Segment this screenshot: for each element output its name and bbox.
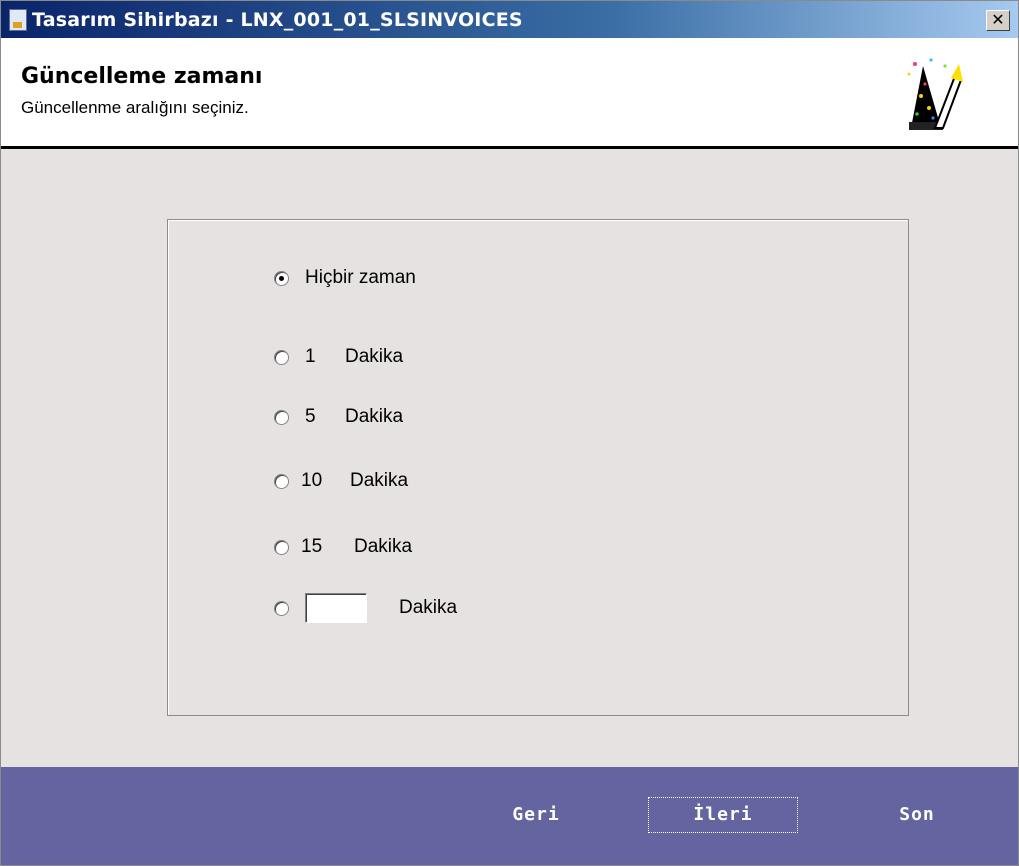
back-button[interactable]: Geri — [506, 800, 566, 830]
close-icon: ✕ — [991, 10, 1005, 29]
radio-never[interactable] — [274, 270, 289, 286]
option-never[interactable]: Hiçbir zaman — [274, 265, 416, 291]
page-title: Güncelleme zamanı — [21, 64, 263, 89]
option-1-minute[interactable]: 1 Dakika — [274, 344, 403, 370]
option-1-number: 1 — [305, 346, 316, 367]
wizard-hat-icon — [907, 58, 963, 130]
page-subtitle: Güncellenme aralığını seçiniz. — [21, 98, 249, 117]
option-10-number: 10 — [301, 470, 323, 491]
radio-1-minute[interactable] — [274, 349, 289, 365]
option-5-number: 5 — [305, 406, 316, 427]
option-15-unit: Dakika — [354, 536, 413, 557]
close-button[interactable]: ✕ — [986, 10, 1010, 31]
document-icon — [9, 9, 27, 31]
option-15-number: 15 — [301, 536, 323, 557]
wizard-header: Güncelleme zamanı Güncellenme aralığını … — [1, 38, 1018, 149]
option-5-minute[interactable]: 5 Dakika — [274, 404, 403, 430]
radio-15-minute[interactable] — [274, 539, 289, 555]
next-button[interactable]: İleri — [648, 797, 798, 833]
wizard-window: Tasarım Sihirbazı - LNX_001_01_SLSINVOIC… — [0, 0, 1019, 866]
title-bar[interactable]: Tasarım Sihirbazı - LNX_001_01_SLSINVOIC… — [1, 1, 1018, 38]
option-never-label: Hiçbir zaman — [305, 267, 416, 288]
option-1-unit: Dakika — [345, 346, 404, 367]
option-15-minute[interactable]: 15 Dakika — [274, 534, 412, 560]
window-title: Tasarım Sihirbazı - LNX_001_01_SLSINVOIC… — [32, 9, 523, 31]
option-5-unit: Dakika — [345, 406, 404, 427]
wizard-footer: Geri İleri Son — [1, 767, 1018, 865]
finish-button[interactable]: Son — [889, 800, 945, 830]
radio-10-minute[interactable] — [274, 473, 289, 489]
option-10-unit: Dakika — [350, 470, 409, 491]
option-custom-minute[interactable]: Dakika — [274, 592, 457, 624]
option-10-minute[interactable]: 10 Dakika — [274, 468, 408, 494]
custom-minute-input[interactable] — [305, 593, 367, 623]
radio-custom-minute[interactable] — [274, 600, 289, 616]
radio-5-minute[interactable] — [274, 409, 289, 425]
option-custom-unit: Dakika — [399, 597, 458, 618]
